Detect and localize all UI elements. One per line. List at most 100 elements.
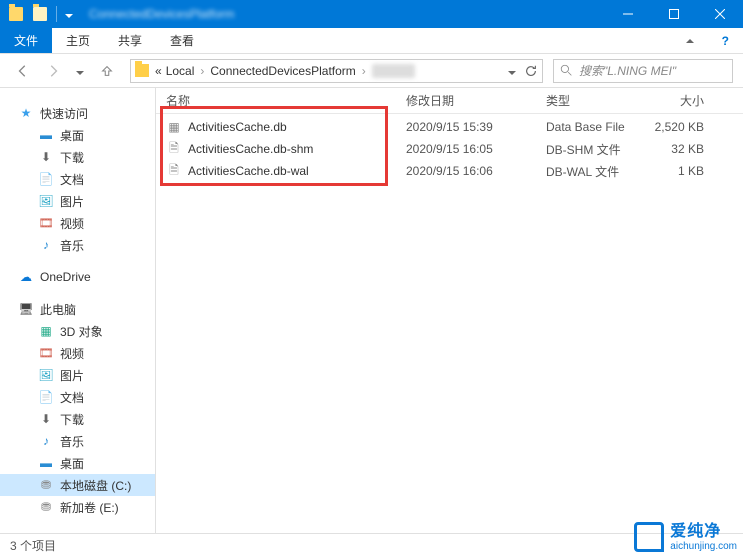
file-size: 2,520 KB — [646, 120, 716, 134]
sidebar-desktop-pc[interactable]: ▬ 桌面 — [0, 452, 155, 474]
navigation-bar: « Local › ConnectedDevicesPlatform › 搜索"… — [0, 54, 743, 88]
file-date: 2020/9/15 16:05 — [396, 142, 536, 156]
breadcrumb-folder[interactable] — [372, 64, 415, 78]
sidebar-new-volume[interactable]: ⛃ 新加卷 (E:) — [0, 496, 155, 518]
breadcrumb-prefix: « — [155, 64, 162, 78]
folder-icon — [135, 63, 151, 79]
refresh-icon[interactable] — [524, 64, 538, 78]
desktop-icon: ▬ — [38, 127, 54, 143]
watermark: 爱纯净 aichunjing.com — [634, 522, 737, 553]
watermark-url: aichunjing.com — [670, 541, 737, 553]
watermark-title: 爱纯净 — [670, 522, 721, 541]
file-name: ActivitiesCache.db-wal — [188, 164, 309, 178]
sidebar-downloads-pc[interactable]: ⬇ 下载 — [0, 408, 155, 430]
file-name: ActivitiesCache.db — [188, 120, 287, 134]
item-count: 3 个项目 — [10, 537, 56, 554]
recent-locations-icon[interactable] — [70, 60, 90, 82]
chevron-right-icon: › — [198, 64, 206, 78]
window-title: ConnectedDevicesPlatform — [89, 7, 234, 21]
tab-home[interactable]: 主页 — [52, 28, 104, 53]
address-dropdown-icon[interactable] — [508, 64, 516, 78]
file-size: 1 KB — [646, 164, 716, 178]
sidebar-videos-pc[interactable]: 🎞 视频 — [0, 342, 155, 364]
download-icon: ⬇ — [38, 149, 54, 165]
sidebar-quick-access[interactable]: ★ 快速访问 — [0, 102, 155, 124]
sidebar-downloads[interactable]: ⬇ 下载 — [0, 146, 155, 168]
sidebar-documents[interactable]: 📄 文档 — [0, 168, 155, 190]
watermark-logo-icon — [634, 522, 664, 552]
pc-icon: 🖥 — [18, 301, 34, 317]
video-icon: 🎞 — [38, 215, 54, 231]
desktop-icon: ▬ — [38, 455, 54, 471]
search-placeholder: 搜索"L.NING MEI" — [579, 62, 676, 79]
tab-view[interactable]: 查看 — [156, 28, 208, 53]
sidebar-pictures-pc[interactable]: 🖼 图片 — [0, 364, 155, 386]
qat-dropdown-icon[interactable] — [65, 7, 73, 21]
column-modified[interactable]: 修改日期 — [396, 92, 536, 109]
star-icon: ★ — [18, 105, 34, 121]
file-type: DB-SHM 文件 — [536, 141, 646, 158]
sidebar-this-pc[interactable]: 🖥 此电脑 — [0, 298, 155, 320]
column-type[interactable]: 类型 — [536, 92, 646, 109]
close-button[interactable] — [697, 0, 743, 28]
cloud-icon: ☁ — [18, 269, 34, 285]
help-icon[interactable]: ? — [708, 28, 743, 53]
search-icon — [560, 64, 573, 77]
file-type: DB-WAL 文件 — [536, 163, 646, 180]
sidebar-3d-objects[interactable]: ▦ 3D 对象 — [0, 320, 155, 342]
sidebar-documents-pc[interactable]: 📄 文档 — [0, 386, 155, 408]
file-icon: 🗎 — [166, 163, 182, 179]
maximize-button[interactable] — [651, 0, 697, 28]
folder-icon — [8, 6, 24, 22]
picture-icon: 🖼 — [38, 367, 54, 383]
navigation-pane[interactable]: ★ 快速访问 ▬ 桌面 ⬇ 下载 📄 文档 🖼 图片 🎞 视频 ♪ 音乐 ☁ — [0, 88, 156, 533]
drive-icon: ⛃ — [38, 477, 54, 493]
sidebar-music-pc[interactable]: ♪ 音乐 — [0, 430, 155, 452]
file-icon: 🗎 — [166, 141, 182, 157]
minimize-button[interactable] — [605, 0, 651, 28]
music-icon: ♪ — [38, 433, 54, 449]
sidebar-onedrive[interactable]: ☁ OneDrive — [0, 266, 155, 288]
titlebar: ConnectedDevicesPlatform — [0, 0, 743, 28]
search-input[interactable]: 搜索"L.NING MEI" — [553, 59, 733, 83]
sidebar-videos[interactable]: 🎞 视频 — [0, 212, 155, 234]
file-list: 名称 修改日期 类型 大小 ▦ ActivitiesCache.db 2020/… — [156, 88, 743, 533]
sidebar-local-disk[interactable]: ⛃ 本地磁盘 (C:) — [0, 474, 155, 496]
file-row[interactable]: ▦ ActivitiesCache.db 2020/9/15 15:39 Dat… — [156, 116, 743, 138]
file-name: ActivitiesCache.db-shm — [188, 142, 313, 156]
up-button[interactable] — [94, 60, 120, 82]
forward-button[interactable] — [40, 60, 66, 82]
new-folder-icon[interactable] — [32, 6, 48, 22]
tab-share[interactable]: 共享 — [104, 28, 156, 53]
column-name[interactable]: 名称 — [156, 92, 396, 109]
column-headers: 名称 修改日期 类型 大小 — [156, 88, 743, 114]
video-icon: 🎞 — [38, 345, 54, 361]
music-icon: ♪ — [38, 237, 54, 253]
breadcrumb-local[interactable]: Local — [166, 64, 195, 78]
cube-icon: ▦ — [38, 323, 54, 339]
file-row[interactable]: 🗎 ActivitiesCache.db-shm 2020/9/15 16:05… — [156, 138, 743, 160]
document-icon: 📄 — [38, 389, 54, 405]
ribbon-tabs: 文件 主页 共享 查看 ? — [0, 28, 743, 54]
ribbon-minimize-icon[interactable] — [672, 28, 708, 53]
picture-icon: 🖼 — [38, 193, 54, 209]
file-date: 2020/9/15 15:39 — [396, 120, 536, 134]
download-icon: ⬇ — [38, 411, 54, 427]
sidebar-desktop[interactable]: ▬ 桌面 — [0, 124, 155, 146]
breadcrumb-cdp[interactable]: ConnectedDevicesPlatform — [210, 64, 355, 78]
file-date: 2020/9/15 16:06 — [396, 164, 536, 178]
file-type: Data Base File — [536, 120, 646, 134]
status-bar: 3 个项目 — [0, 533, 743, 557]
sidebar-music[interactable]: ♪ 音乐 — [0, 234, 155, 256]
back-button[interactable] — [10, 60, 36, 82]
qat-divider — [56, 6, 57, 22]
content-area: ★ 快速访问 ▬ 桌面 ⬇ 下载 📄 文档 🖼 图片 🎞 视频 ♪ 音乐 ☁ — [0, 88, 743, 533]
chevron-right-icon: › — [360, 64, 368, 78]
sidebar-pictures[interactable]: 🖼 图片 — [0, 190, 155, 212]
file-icon: ▦ — [166, 119, 182, 135]
tab-file[interactable]: 文件 — [0, 28, 52, 53]
column-size[interactable]: 大小 — [646, 92, 716, 109]
address-bar[interactable]: « Local › ConnectedDevicesPlatform › — [130, 59, 543, 83]
file-row[interactable]: 🗎 ActivitiesCache.db-wal 2020/9/15 16:06… — [156, 160, 743, 182]
drive-icon: ⛃ — [38, 499, 54, 515]
